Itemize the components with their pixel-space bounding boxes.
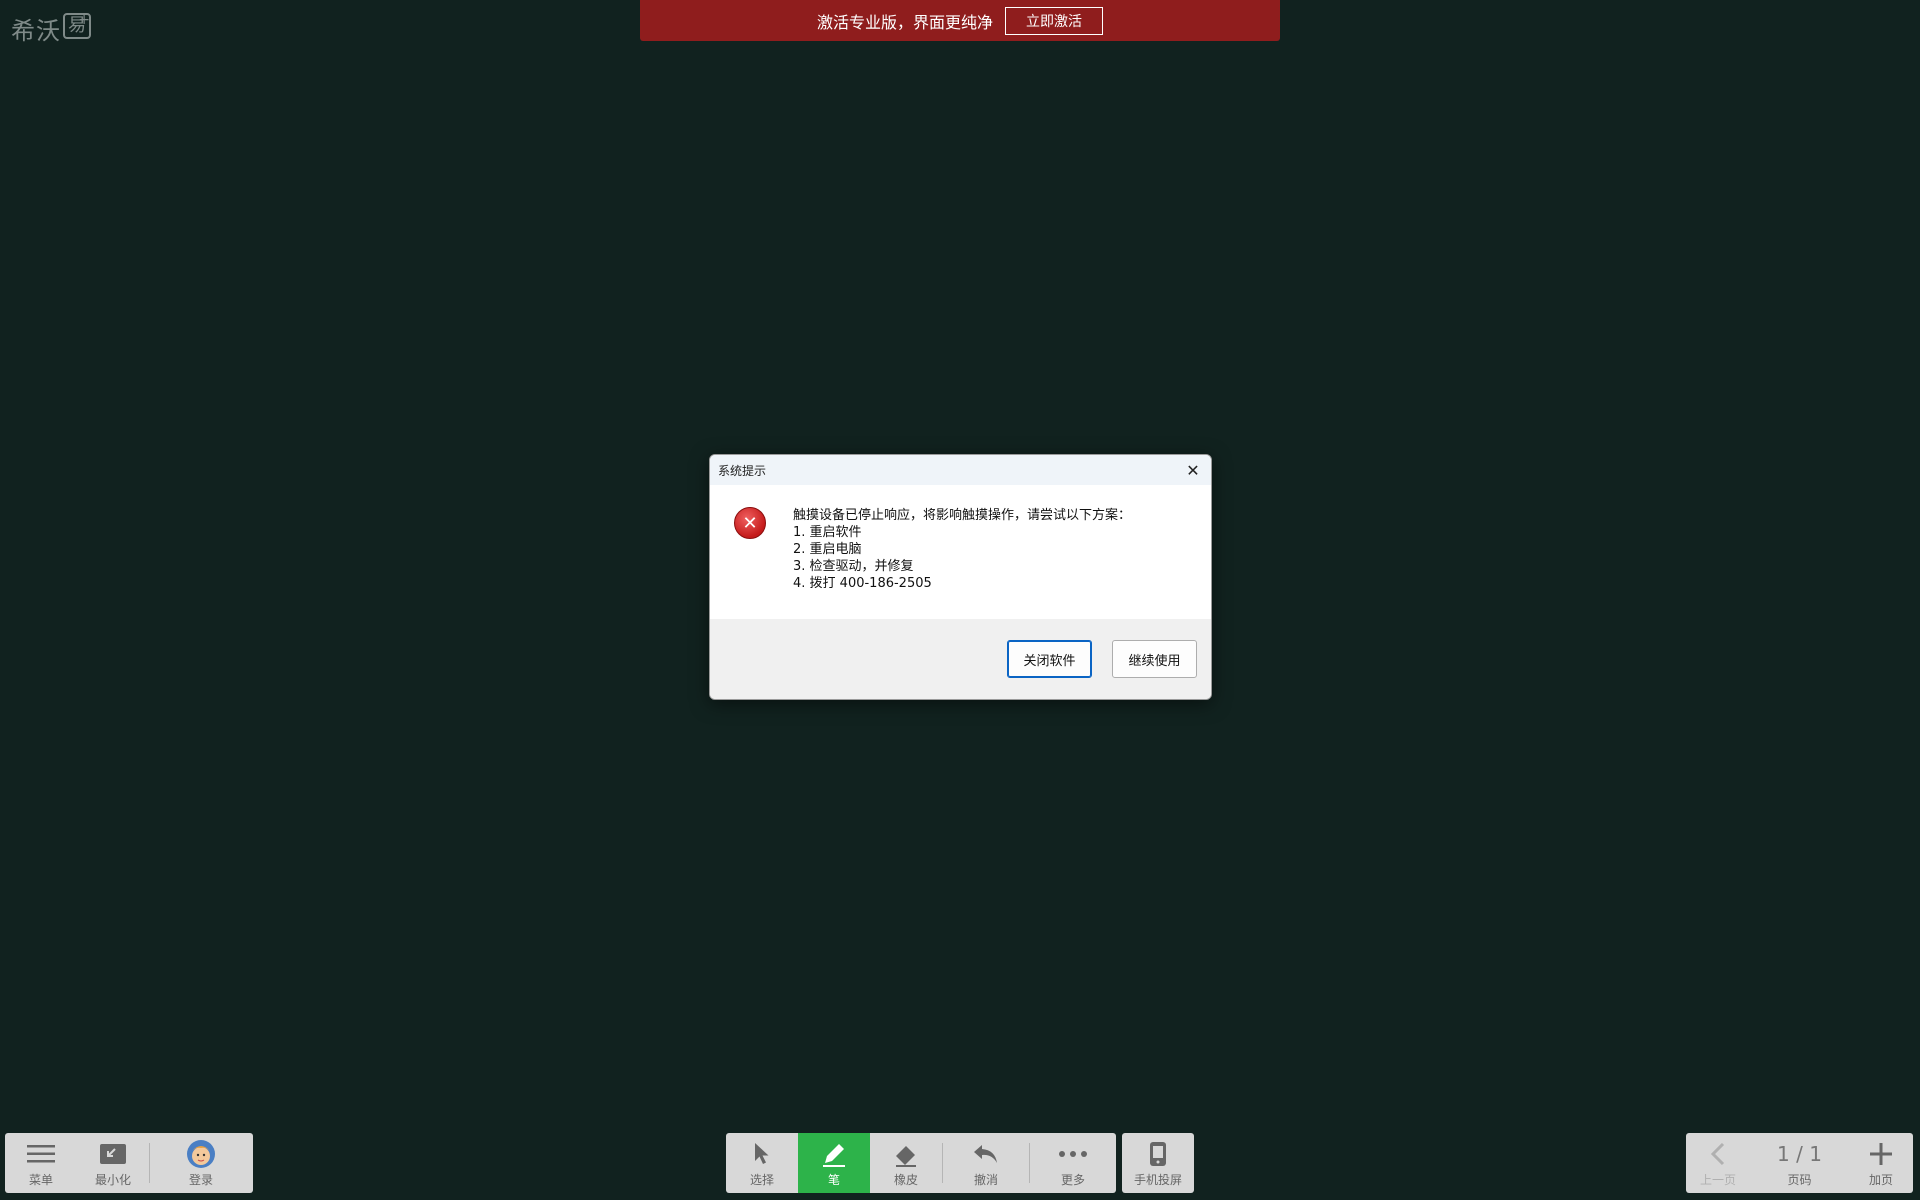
cursor-icon	[750, 1139, 774, 1169]
dialog-titlebar: 系统提示 ✕	[710, 455, 1211, 485]
minimize-icon	[99, 1139, 127, 1169]
prev-page-button[interactable]: 上一页	[1686, 1133, 1750, 1193]
banner-text: 激活专业版，界面更纯净	[816, 12, 993, 32]
more-button[interactable]: 更多	[1030, 1133, 1116, 1193]
more-label: 更多	[1060, 1172, 1085, 1187]
left-toolbar: 菜单 最小化 登录	[5, 1133, 253, 1193]
undo-icon	[972, 1139, 1000, 1169]
eraser-icon	[893, 1139, 919, 1169]
pager-toolbar: 上一页 1 / 1 页码 加页	[1686, 1133, 1913, 1193]
close-app-button[interactable]: 关闭软件	[1007, 640, 1092, 678]
phone-cast-label: 手机投屏	[1133, 1172, 1182, 1187]
logo-plus: +	[78, 12, 90, 28]
prev-page-label: 上一页	[1699, 1172, 1736, 1187]
message-line: 3. 检查驱动，并修复	[793, 559, 914, 574]
logo-text: 希沃	[11, 17, 61, 45]
phone-cast-button[interactable]: 手机投屏	[1122, 1133, 1194, 1193]
system-alert-dialog: 系统提示 ✕ ✕ 触摸设备已停止响应，将影响触摸操作，请尝试以下方案： 1. 重…	[709, 454, 1212, 700]
login-button[interactable]: 登录	[150, 1133, 252, 1193]
add-page-label: 加页	[1868, 1172, 1893, 1187]
app-logo: 希沃 易 +	[11, 11, 91, 46]
pen-label: 笔	[827, 1172, 840, 1187]
undo-button[interactable]: 撤消	[943, 1133, 1029, 1193]
page-label: 页码	[1787, 1172, 1812, 1187]
activation-banner: 激活专业版，界面更纯净 立即激活	[640, 0, 1280, 41]
chevron-left-icon	[1710, 1139, 1726, 1169]
message-line: 1. 重启软件	[793, 525, 862, 540]
add-page-button[interactable]: 加页	[1849, 1133, 1913, 1193]
dialog-message: 触摸设备已停止响应，将影响触摸操作，请尝试以下方案： 1. 重启软件 2. 重启…	[793, 507, 1131, 592]
dialog-title: 系统提示	[718, 463, 767, 478]
logo-badge: 易 +	[63, 12, 91, 39]
login-label: 登录	[188, 1172, 213, 1187]
more-icon	[1058, 1139, 1088, 1169]
main-toolbar: 选择 笔 橡皮 撤消 更多	[726, 1133, 1116, 1193]
message-line: 2. 重启电脑	[793, 542, 862, 557]
phone-cast-toolbar: 手机投屏	[1122, 1133, 1194, 1193]
menu-button[interactable]: 菜单	[5, 1133, 77, 1193]
dialog-body: ✕ 触摸设备已停止响应，将影响触摸操作，请尝试以下方案： 1. 重启软件 2. …	[710, 485, 1211, 619]
minimize-label: 最小化	[94, 1172, 131, 1187]
pen-tool[interactable]: 笔	[798, 1133, 870, 1193]
phone-icon	[1149, 1139, 1167, 1169]
message-line: 4. 拨打 400-186-2505	[793, 576, 932, 591]
page-number: 1 / 1	[1777, 1141, 1822, 1166]
menu-icon	[27, 1139, 55, 1169]
pen-icon	[821, 1139, 847, 1169]
close-icon[interactable]: ✕	[1183, 461, 1203, 480]
eraser-label: 橡皮	[893, 1172, 918, 1187]
message-line: 触摸设备已停止响应，将影响触摸操作，请尝试以下方案：	[793, 508, 1132, 523]
plus-icon	[1869, 1139, 1893, 1169]
select-label: 选择	[749, 1172, 774, 1187]
minimize-button[interactable]: 最小化	[77, 1133, 149, 1193]
dialog-footer: 关闭软件 继续使用	[710, 619, 1211, 699]
avatar	[186, 1139, 216, 1169]
menu-label: 菜单	[28, 1172, 53, 1187]
error-icon: ✕	[734, 507, 766, 539]
undo-label: 撤消	[973, 1172, 998, 1187]
continue-button[interactable]: 继续使用	[1112, 640, 1197, 678]
activate-now-button[interactable]: 立即激活	[1005, 6, 1103, 35]
select-tool[interactable]: 选择	[726, 1133, 798, 1193]
page-indicator[interactable]: 1 / 1 页码	[1750, 1133, 1849, 1193]
eraser-tool[interactable]: 橡皮	[870, 1133, 942, 1193]
